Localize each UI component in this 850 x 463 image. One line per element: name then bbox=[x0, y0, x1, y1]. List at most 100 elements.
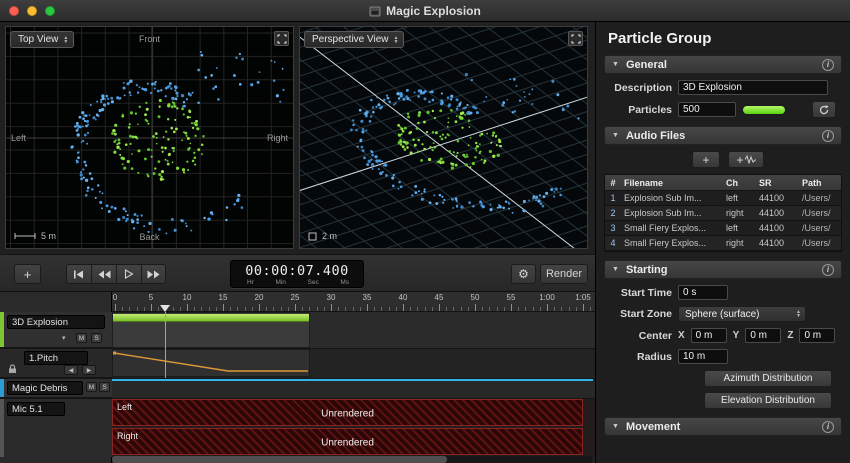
track-name-field[interactable]: Magic Debris bbox=[7, 381, 83, 395]
time-display[interactable]: 00:00:07.400 Hr Min Sec Ms bbox=[230, 260, 364, 288]
ruler-tick bbox=[201, 307, 203, 311]
track-header-pitch[interactable]: 1.Pitch ◀ ▶ bbox=[0, 348, 112, 378]
unit-sec: Sec bbox=[307, 279, 319, 286]
lock-icon[interactable] bbox=[8, 364, 17, 374]
mute-button[interactable]: M bbox=[76, 333, 87, 343]
prev-keyframe-button[interactable]: ◀ bbox=[64, 365, 78, 375]
azimuth-distribution-button[interactable]: Azimuth Distribution bbox=[704, 370, 832, 387]
popup-arrows-icon: ▲ ▼ bbox=[393, 34, 399, 45]
particles-input[interactable]: 500 bbox=[678, 102, 736, 117]
add-audio-file-button[interactable]: + bbox=[692, 151, 720, 168]
playhead-marker[interactable] bbox=[160, 305, 170, 312]
ruler-tick bbox=[496, 307, 498, 311]
viewport-perspective[interactable]: Perspective View ▲ ▼ 2 m bbox=[299, 26, 588, 249]
add-particle-group-button[interactable]: + bbox=[14, 264, 41, 284]
track-lane-explosion[interactable] bbox=[112, 312, 595, 348]
add-audio-waveform-button[interactable]: + bbox=[728, 151, 764, 168]
info-icon[interactable]: i bbox=[822, 58, 834, 71]
ruler-tick bbox=[554, 307, 556, 311]
disclosure-icon[interactable]: ▼ bbox=[612, 132, 619, 139]
play-button[interactable] bbox=[116, 264, 141, 284]
center-z-input[interactable]: 0 m bbox=[799, 328, 836, 343]
viewport-top-view[interactable]: Top View ▲ ▼ Front Left Right Back 5 m bbox=[5, 26, 294, 249]
start-time-value: 0 s bbox=[683, 287, 697, 298]
center-x-input[interactable]: 0 m bbox=[690, 328, 727, 343]
track-lane-mic[interactable]: Left Unrendered Right Unrendered bbox=[112, 398, 595, 457]
audio-file-row[interactable]: 2 Explosion Sub Im... right 44100/Users/ bbox=[605, 206, 841, 221]
debris-clip-bar[interactable] bbox=[112, 379, 593, 381]
mute-button[interactable]: M bbox=[86, 382, 97, 392]
column-header[interactable]: Filename bbox=[621, 178, 723, 188]
mic-left-region[interactable]: Left Unrendered bbox=[112, 399, 583, 426]
pitch-automation-curve[interactable] bbox=[113, 350, 309, 376]
ruler-tick bbox=[273, 307, 275, 311]
radius-input[interactable]: 10 m bbox=[678, 349, 728, 364]
timeline-scrollbar[interactable] bbox=[112, 456, 593, 463]
expand-viewport-icon[interactable] bbox=[274, 31, 289, 46]
column-header[interactable]: # bbox=[605, 178, 621, 188]
start-time-input[interactable]: 0 s bbox=[678, 285, 728, 300]
ruler-tick bbox=[518, 307, 520, 311]
info-icon[interactable]: i bbox=[822, 129, 834, 142]
solo-button[interactable]: S bbox=[91, 333, 102, 343]
description-input[interactable]: 3D Explosion bbox=[678, 80, 828, 95]
elevation-distribution-button[interactable]: Elevation Distribution bbox=[704, 392, 832, 409]
track-header-debris[interactable]: Magic Debris M S bbox=[0, 378, 112, 398]
table-cell: 44100 bbox=[759, 193, 785, 203]
solo-button[interactable]: S bbox=[99, 382, 110, 392]
ruler-tick bbox=[467, 307, 469, 311]
ruler-tick bbox=[388, 307, 390, 311]
ruler-tick bbox=[482, 307, 484, 311]
center-y-input[interactable]: 0 m bbox=[745, 328, 782, 343]
go-to-start-button[interactable] bbox=[66, 264, 91, 284]
track-lane-pitch[interactable] bbox=[112, 348, 595, 378]
next-keyframe-button[interactable]: ▶ bbox=[82, 365, 96, 375]
ruler-tick bbox=[561, 307, 563, 311]
explosion-clip-bar[interactable] bbox=[113, 314, 309, 322]
disclosure-icon[interactable]: ▼ bbox=[612, 266, 619, 273]
mic-right-region[interactable]: Right Unrendered bbox=[112, 428, 583, 455]
section-header-general[interactable]: ▼ General i bbox=[604, 55, 842, 74]
rewind-button[interactable] bbox=[91, 264, 116, 284]
explosion-clip[interactable] bbox=[112, 312, 310, 348]
fast-forward-button[interactable] bbox=[141, 264, 166, 284]
playhead-line[interactable] bbox=[165, 312, 166, 378]
timeline-ruler[interactable]: 0 5 10 15 20 25 30 35 40 45 50 55 1:00 1:05 bbox=[112, 292, 595, 312]
audio-file-row[interactable]: 3 Small Fiery Explos... left 44100/Users/ bbox=[605, 221, 841, 236]
start-zone-select[interactable]: Sphere (surface) ▲ ▼ bbox=[678, 306, 806, 322]
disclosure-icon[interactable]: ▼ bbox=[612, 423, 619, 430]
ruler-tick bbox=[446, 307, 448, 311]
view-selector[interactable]: Top View ▲ ▼ bbox=[10, 31, 75, 48]
ruler-tick bbox=[338, 307, 340, 311]
row-divider bbox=[0, 378, 595, 379]
audio-file-row[interactable]: 1 Explosion Sub Im... left 44100/Users/ bbox=[605, 191, 841, 206]
render-button[interactable]: Render bbox=[540, 264, 588, 284]
audio-file-row[interactable]: 4 Small Fiery Explos... right 44100/Users/ bbox=[605, 236, 841, 251]
column-header[interactable]: Path bbox=[799, 178, 838, 188]
track-name-field[interactable]: Mic 5.1 bbox=[7, 402, 65, 416]
mic-channel-label: Right bbox=[117, 431, 139, 441]
track-name-field[interactable]: 3D Explosion bbox=[7, 315, 105, 329]
render-settings-button[interactable]: ⚙ bbox=[511, 264, 536, 284]
view-selector[interactable]: Perspective View ▲ ▼ bbox=[304, 31, 405, 48]
automation-param-field[interactable]: 1.Pitch bbox=[24, 351, 88, 365]
expand-viewport-icon[interactable] bbox=[568, 31, 583, 46]
pitch-automation-clip[interactable] bbox=[112, 349, 310, 377]
section-header-starting[interactable]: ▼ Starting i bbox=[604, 260, 842, 279]
table-cell: Small Fiery Explos... bbox=[624, 238, 707, 248]
column-header[interactable]: SR bbox=[756, 178, 799, 188]
track-header-explosion[interactable]: 3D Explosion ▾ M S bbox=[0, 312, 112, 348]
scrollbar-thumb[interactable] bbox=[112, 456, 447, 463]
section-header-movement[interactable]: ▼ Movement i bbox=[604, 417, 842, 436]
chevron-down-icon[interactable]: ▾ bbox=[62, 334, 66, 342]
info-icon[interactable]: i bbox=[822, 420, 834, 433]
section-header-audio-files[interactable]: ▼ Audio Files i bbox=[604, 126, 842, 145]
track-header-mic[interactable]: Mic 5.1 bbox=[0, 398, 112, 457]
info-icon[interactable]: i bbox=[822, 263, 834, 276]
center-x-value: 0 m bbox=[695, 330, 713, 341]
particle-color-swatch[interactable] bbox=[742, 104, 786, 115]
randomize-color-button[interactable] bbox=[812, 101, 836, 118]
column-header[interactable]: Ch bbox=[723, 178, 756, 188]
disclosure-icon[interactable]: ▼ bbox=[612, 61, 619, 68]
track-lane-debris[interactable] bbox=[112, 378, 595, 398]
